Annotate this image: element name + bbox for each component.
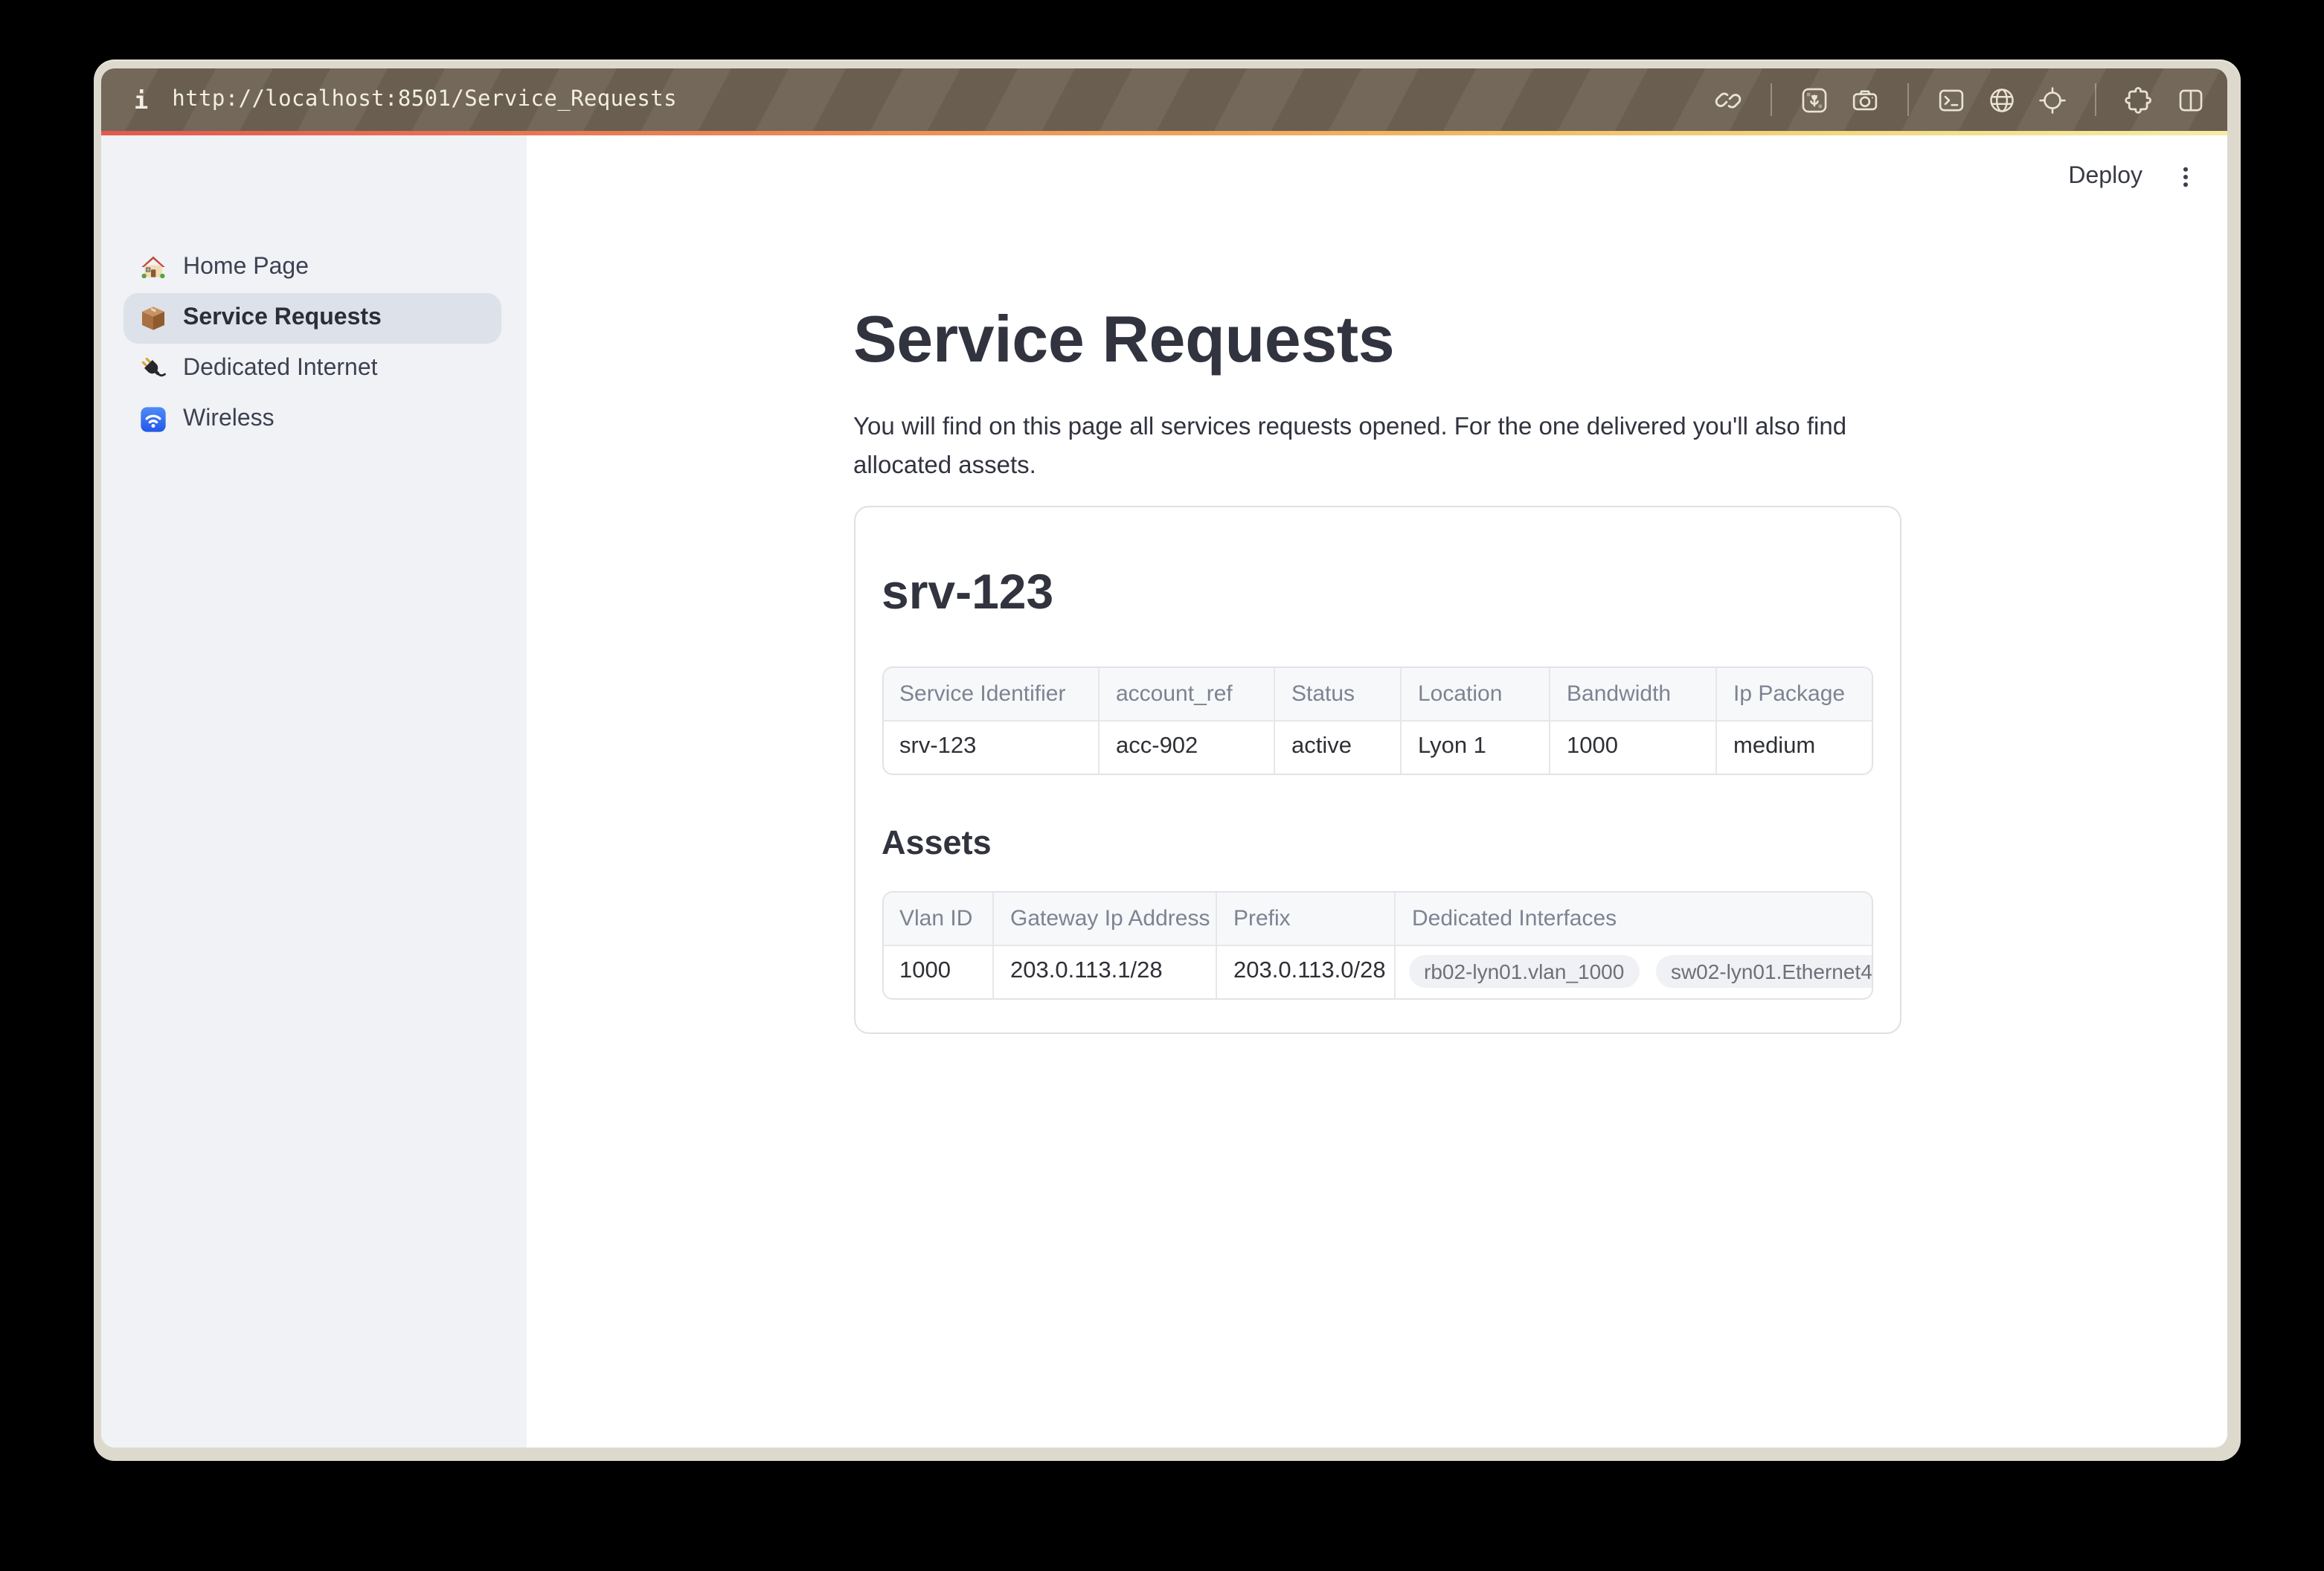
cell-service-identifier: srv-123 [883,720,1099,774]
sidebar-item-dedicated-internet[interactable]: Dedicated Internet [123,344,501,394]
globe-icon[interactable] [1986,84,2018,115]
interface-badge: sw02-lyn01.Ethernet4 [1656,956,1872,989]
column-header: Dedicated Interfaces [1395,893,1872,945]
locate-icon[interactable] [2037,84,2068,115]
page-content: Service Requests You will find on this p… [853,135,1901,1034]
column-header: Prefix [1216,893,1395,945]
sidebar-item-label: Home Page [183,254,309,281]
house-icon [138,253,168,283]
sidebar-item-label: Wireless [183,406,275,433]
service-id-title: srv-123 [882,561,1872,623]
sidebar-item-home-page[interactable]: Home Page [123,242,501,293]
deploy-button[interactable]: Deploy [2068,164,2142,190]
column-header: account_ref [1099,668,1274,720]
cell-vlan-id: 1000 [883,945,993,998]
cell-account-ref: acc-902 [1099,720,1274,774]
sidebar-item-label: Dedicated Internet [183,356,378,382]
assets-title: Assets [882,823,1872,864]
wireless-icon [138,405,168,434]
cell-ip-package: medium [1716,720,1872,774]
package-icon [138,303,168,333]
title-bar-actions [1712,83,2206,116]
main-area: Deploy Service Requests You will find on… [527,135,2227,1448]
column-header: Location [1401,668,1550,720]
toolbar-separator [1907,83,1909,116]
table-row: srv-123 acc-902 active Lyon 1 1000 mediu… [883,720,1872,774]
column-header: Service Identifier [883,668,1099,720]
title-bar: i http://localhost:8501/Service_Requests [101,68,2227,131]
browser-window: i http://localhost:8501/Service_Requests [94,60,2241,1461]
info-icon: i [134,86,148,114]
terminal-icon[interactable] [1936,84,1967,115]
toolbar-separator [2095,83,2096,116]
column-header: Vlan ID [883,893,993,945]
cell-location: Lyon 1 [1401,720,1550,774]
cell-gateway-ip: 203.0.113.1/28 [993,945,1216,998]
camera-icon[interactable] [1849,84,1881,115]
column-header: Ip Package [1716,668,1872,720]
sidebar: Home Page Service Requests [101,135,527,1448]
sidebar-item-label: Service Requests [183,305,382,332]
column-header: Gateway Ip Address [993,893,1216,945]
service-request-card: srv-123 Service Identifie [853,506,1901,1035]
table-header-row: Vlan ID Gateway Ip Address Prefix Dedica… [883,893,1872,945]
sidebar-item-wireless[interactable]: Wireless [123,394,501,445]
split-view-icon[interactable] [2175,84,2206,115]
page-description: You will find on this page all services … [853,408,1901,485]
cell-dedicated-interfaces: rb02-lyn01.vlan_1000 sw02-lyn01.Ethernet… [1395,945,1872,998]
wallpaper-icon[interactable] [1799,84,1830,115]
page-title: Service Requests [853,302,1901,381]
link-icon[interactable] [1712,84,1744,115]
column-header: Bandwidth [1550,668,1716,720]
table-header-row: Service Identifier account_ref Status Lo… [883,668,1872,720]
window-chrome: i http://localhost:8501/Service_Requests [101,68,2227,1448]
cell-bandwidth: 1000 [1550,720,1716,774]
url-text[interactable]: http://localhost:8501/Service_Requests [172,88,677,112]
interface-badge: rb02-lyn01.vlan_1000 [1409,956,1639,989]
toolbar-separator [1771,83,1772,116]
cell-status: active [1274,720,1401,774]
sidebar-item-service-requests[interactable]: Service Requests [123,293,501,344]
service-table: Service Identifier account_ref Status Lo… [882,666,1872,775]
assets-table: Vlan ID Gateway Ip Address Prefix Dedica… [882,891,1872,1000]
plug-icon [138,354,168,384]
screen: i http://localhost:8501/Service_Requests [0,0,2324,1571]
app-header: Deploy [2040,135,2227,219]
column-header: Status [1274,668,1401,720]
puzzle-icon[interactable] [2123,83,2156,116]
table-row: 1000 203.0.113.1/28 203.0.113.0/28 rb02-… [883,945,1872,998]
cell-prefix: 203.0.113.0/28 [1216,945,1395,998]
kebab-menu-icon[interactable] [2172,158,2199,196]
